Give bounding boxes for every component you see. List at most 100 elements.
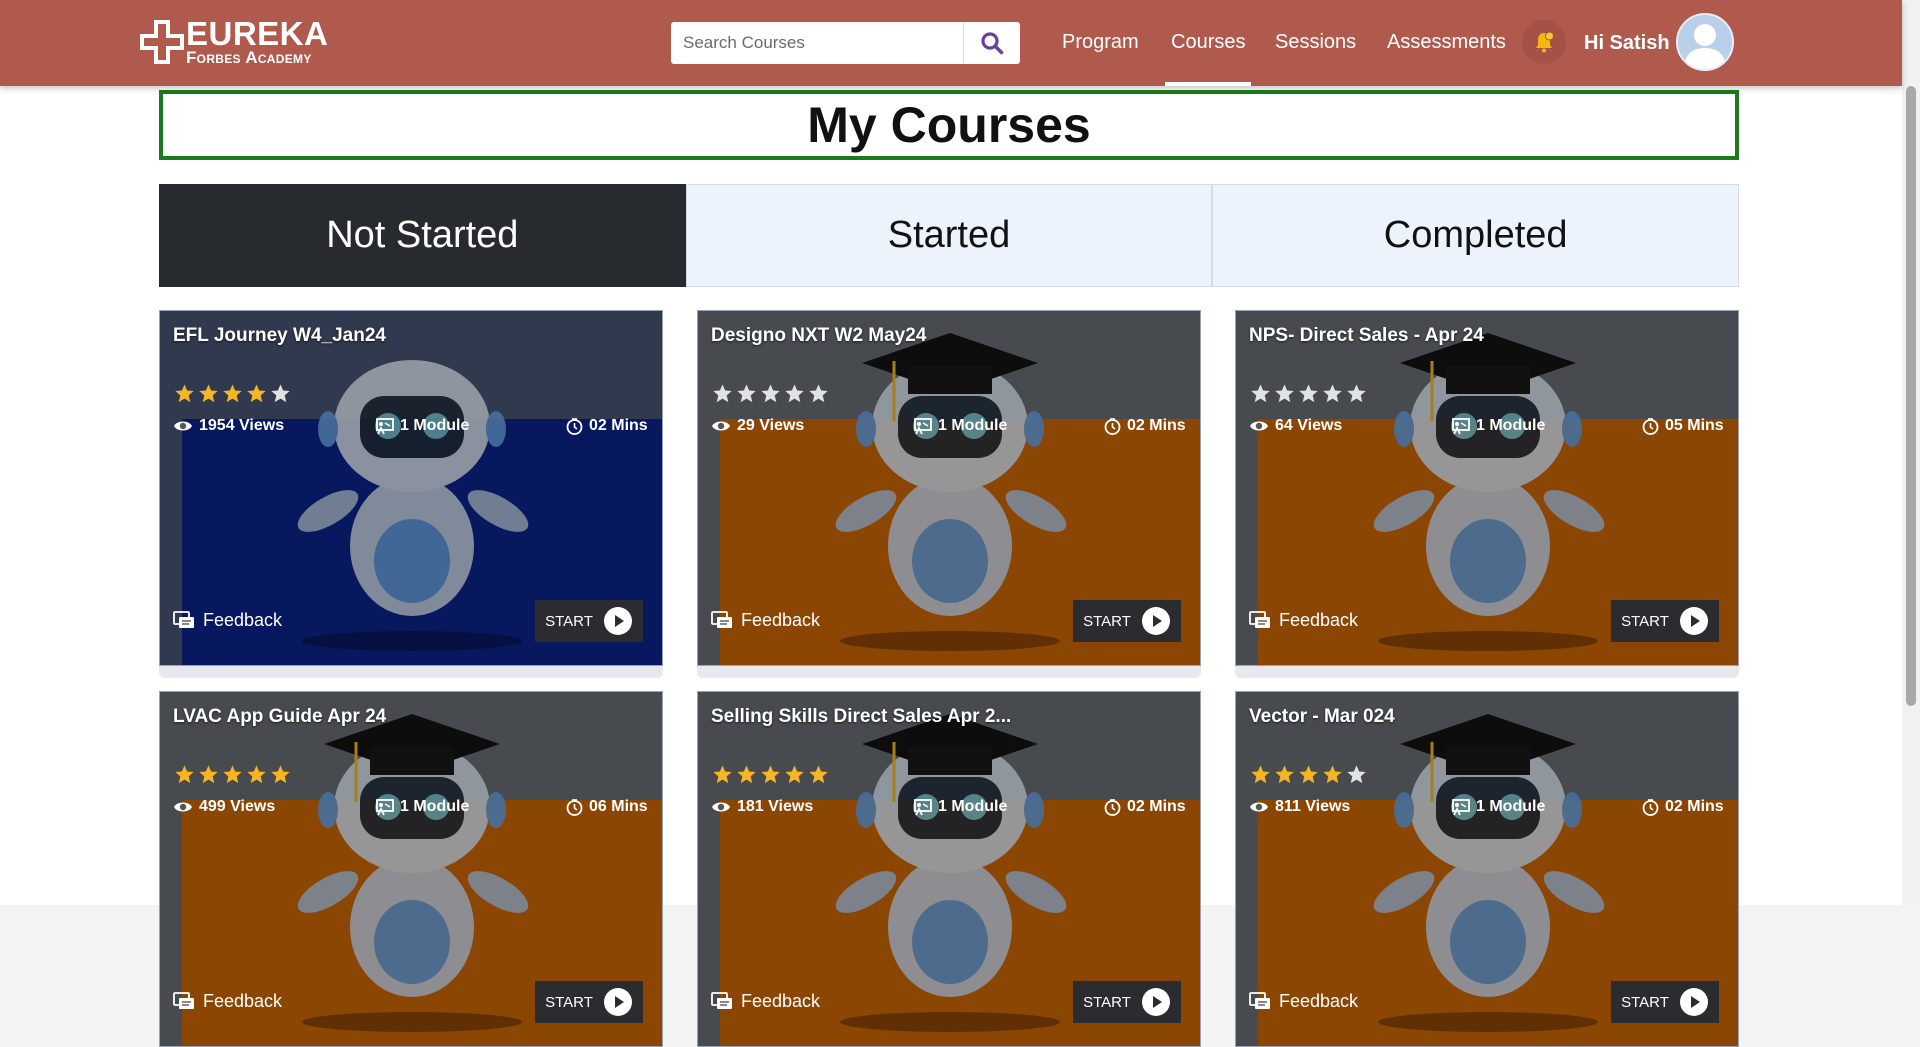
play-circle-icon	[1141, 988, 1170, 1016]
duration-value: 02 Mins	[1127, 798, 1186, 815]
start-label: START	[545, 993, 593, 1011]
star-filled-icon	[1299, 765, 1318, 784]
feedback-label: Feedback	[203, 991, 283, 1011]
feedback-button[interactable]: Feedback	[1249, 991, 1358, 1012]
star-filled-icon	[223, 384, 242, 403]
play-circle-icon	[1679, 988, 1708, 1016]
star-filled-icon	[809, 765, 828, 784]
course-card-5[interactable]: Selling Skills Direct Sales Apr 2... 181…	[697, 691, 1201, 1047]
course-duration: 02 Mins	[1104, 417, 1186, 435]
course-views: 64 Views	[1249, 417, 1342, 435]
views-count: 64 Views	[1275, 417, 1343, 434]
tab-started[interactable]: Started	[685, 184, 1213, 287]
logo-text-forbes-academy: Forbes Academy	[186, 48, 312, 67]
clock-icon	[1104, 798, 1121, 816]
feedback-button[interactable]: Feedback	[1249, 610, 1358, 631]
search-box	[671, 22, 1020, 64]
start-label: START	[1083, 612, 1131, 630]
eye-icon	[1250, 421, 1268, 431]
course-views: 811 Views	[1249, 798, 1350, 816]
feedback-button[interactable]: Feedback	[173, 610, 282, 631]
course-views: 499 Views	[173, 798, 275, 816]
duration-value: 02 Mins	[1127, 417, 1186, 434]
tab-not-started[interactable]: Not Started	[159, 184, 686, 287]
course-card-6[interactable]: Vector - Mar 024 811 Views 1 Module 02 M…	[1235, 691, 1739, 1047]
duration-value: 02 Mins	[1665, 798, 1724, 815]
play-circle-icon	[1679, 607, 1708, 635]
module-count: 1 Module	[400, 417, 470, 434]
views-count: 811 Views	[1275, 798, 1351, 815]
star-filled-icon	[1275, 765, 1294, 784]
start-button[interactable]: START	[535, 981, 643, 1023]
star-empty-icon	[809, 384, 828, 403]
clock-icon	[1104, 417, 1121, 435]
course-card-4[interactable]: LVAC App Guide Apr 24 499 Views 1 Module	[159, 691, 663, 1047]
feedback-button[interactable]: Feedback	[711, 991, 820, 1012]
course-modules: 1 Module	[376, 798, 469, 816]
star-empty-icon	[1299, 384, 1318, 403]
feedback-icon	[173, 991, 194, 1009]
star-filled-icon	[1251, 765, 1270, 784]
start-button[interactable]: START	[1073, 981, 1181, 1023]
course-duration: 02 Mins	[1104, 798, 1186, 816]
course-card-1[interactable]: EFL Journey W4_Jan24 1954 Views 1 Module	[159, 310, 663, 666]
start-label: START	[545, 612, 593, 630]
views-count: 499 Views	[199, 798, 276, 815]
feedback-icon	[1249, 610, 1270, 628]
star-empty-icon	[737, 384, 756, 403]
star-empty-icon	[1323, 384, 1342, 403]
scrollbar-thumb[interactable]	[1906, 86, 1916, 706]
star-filled-icon	[199, 765, 218, 784]
eye-icon	[174, 802, 192, 812]
module-count: 1 Module	[1476, 417, 1546, 434]
nav-program[interactable]: Program	[1062, 0, 1139, 86]
views-count: 29 Views	[737, 417, 805, 434]
start-button[interactable]: START	[1611, 600, 1719, 642]
feedback-icon	[711, 610, 732, 628]
course-card-2[interactable]: Designo NXT W2 May24 29 Views 1 Module 0…	[697, 310, 1201, 666]
notifications-button[interactable]	[1522, 20, 1566, 64]
views-count: 181 Views	[737, 798, 814, 815]
top-navbar: EUREKA Forbes Academy Program Courses Se…	[0, 0, 1902, 86]
user-greeting[interactable]: Hi Satish	[1584, 0, 1670, 86]
module-icon	[914, 799, 932, 816]
page-scrollbar[interactable]	[1902, 0, 1920, 905]
start-button[interactable]: START	[1611, 981, 1719, 1023]
nav-assessments[interactable]: Assessments	[1387, 0, 1506, 86]
star-empty-icon	[1347, 765, 1366, 784]
star-empty-icon	[1275, 384, 1294, 403]
course-card-3[interactable]: NPS- Direct Sales - Apr 24 64 Views 1 Mo…	[1235, 310, 1739, 666]
course-duration: 02 Mins	[1642, 798, 1724, 816]
nav-sessions[interactable]: Sessions	[1275, 0, 1356, 86]
module-count: 1 Module	[1476, 798, 1546, 815]
feedback-icon	[711, 991, 732, 1009]
search-input[interactable]	[671, 22, 961, 64]
eureka-forbes-logo[interactable]: EUREKA Forbes Academy	[140, 16, 340, 70]
course-rating	[1250, 383, 1367, 404]
nav-courses[interactable]: Courses	[1164, 0, 1253, 86]
start-button[interactable]: START	[1073, 600, 1181, 642]
feedback-button[interactable]: Feedback	[173, 991, 282, 1012]
star-filled-icon	[785, 765, 804, 784]
module-count: 1 Module	[400, 798, 470, 815]
star-filled-icon	[247, 765, 266, 784]
star-filled-icon	[175, 765, 194, 784]
star-empty-icon	[1347, 384, 1366, 403]
star-empty-icon	[761, 384, 780, 403]
star-empty-icon	[785, 384, 804, 403]
course-title: EFL Journey W4_Jan24	[173, 325, 386, 346]
start-button[interactable]: START	[535, 600, 643, 642]
feedback-button[interactable]: Feedback	[711, 610, 820, 631]
course-views: 29 Views	[711, 417, 804, 435]
course-rating	[712, 383, 829, 404]
play-circle-icon	[603, 607, 632, 635]
tab-completed[interactable]: Completed	[1212, 184, 1740, 287]
user-avatar-icon[interactable]	[1676, 13, 1734, 71]
feedback-label: Feedback	[203, 610, 283, 630]
course-status-tabs: Not Started Started Completed	[159, 184, 1740, 287]
module-count: 1 Module	[938, 798, 1008, 815]
star-filled-icon	[737, 765, 756, 784]
star-filled-icon	[761, 765, 780, 784]
search-button[interactable]	[963, 22, 1020, 64]
clock-icon	[1642, 798, 1659, 816]
